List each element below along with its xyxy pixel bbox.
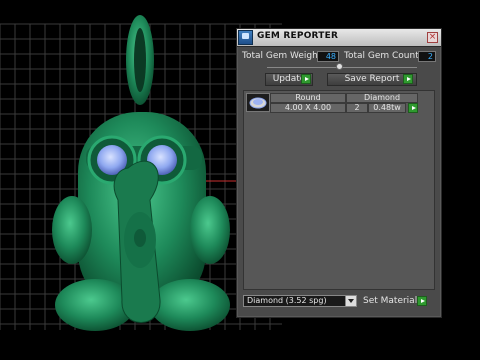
app-icon: [238, 30, 253, 45]
gem-weight-cell: 0.48tw: [368, 103, 406, 113]
panel-title: GEM REPORTER: [257, 31, 339, 41]
slider-thumb[interactable]: [336, 63, 343, 70]
go-arrow-icon[interactable]: [417, 296, 427, 306]
set-material-label[interactable]: Set Material: [363, 296, 417, 306]
dropdown-arrow-icon[interactable]: [345, 296, 356, 306]
pendant-right-foot: [150, 279, 230, 331]
go-arrow-icon[interactable]: [408, 103, 418, 113]
total-gem-count-label: Total Gem Count: [344, 51, 419, 61]
gem-thumbnail-icon: [246, 93, 270, 112]
panel-titlebar[interactable]: GEM REPORTER ×: [237, 29, 441, 47]
close-icon[interactable]: ×: [427, 32, 438, 43]
gem-reporter-panel: GEM REPORTER × Total Gem Weight 48 Total…: [236, 28, 442, 318]
total-gem-weight-label: Total Gem Weight: [242, 51, 322, 61]
go-arrow-icon[interactable]: [301, 74, 311, 84]
gem-count-cell: 2: [346, 103, 368, 113]
go-arrow-icon[interactable]: [403, 74, 413, 84]
material-select[interactable]: Diamond (3.52 spg): [243, 295, 357, 307]
gem-size-cell: 4.00 X 4.00: [270, 103, 346, 113]
total-gem-weight-value: 48: [317, 51, 339, 62]
col-header-round: Round: [270, 93, 346, 103]
col-header-diamond: Diamond: [346, 93, 418, 103]
total-gem-count-value: 2: [418, 51, 436, 62]
gem-list: Round Diamond 4.00 X 4.00 2 0.48tw: [243, 90, 435, 290]
material-select-value: Diamond (3.52 spg): [247, 296, 327, 305]
